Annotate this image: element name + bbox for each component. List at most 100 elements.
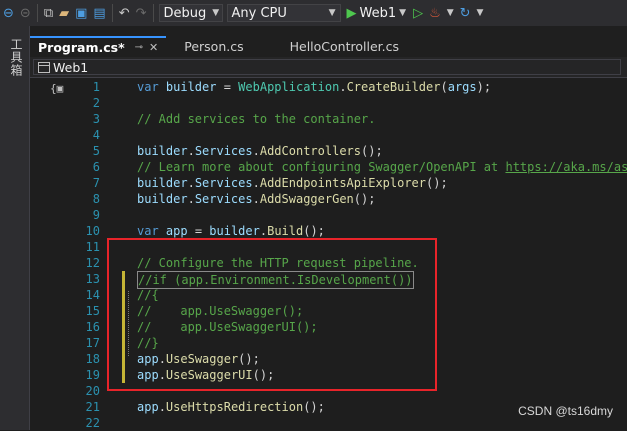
tab-label: HelloController.cs [289, 38, 399, 54]
line-number: 21 [85, 400, 100, 414]
tab-label: Program.cs* [38, 39, 125, 55]
code-token: Services [194, 144, 253, 158]
line-number: 20 [85, 384, 100, 398]
line-number: 17 [85, 336, 100, 350]
code-text: builder.Services.AddControllers(); [137, 143, 383, 159]
code-line[interactable]: 9 [30, 207, 627, 223]
code-token: Services [194, 176, 253, 190]
watermark: CSDN @ts16dmy [518, 404, 613, 418]
code-token: AddEndpointsApiExplorer [259, 176, 427, 190]
line-number: 2 [92, 96, 100, 110]
code-text: builder.Services.AddEndpointsApiExplorer… [137, 175, 448, 191]
line-number: 22 [85, 416, 100, 430]
code-line[interactable]: 6 // Learn more about configuring Swagger… [30, 159, 627, 175]
code-token: builder [137, 144, 188, 158]
code-token: var [137, 80, 166, 94]
code-token: WebApplication [238, 80, 340, 94]
code-token: builder [137, 192, 188, 206]
run-icon: ▶ [346, 5, 357, 21]
tab-label: Person.cs [184, 38, 244, 54]
configuration-select[interactable]: Debug ▼ [158, 4, 223, 22]
code-token: Services [194, 192, 253, 206]
code-token: // Add services to the container. [137, 112, 376, 126]
code-token: . [187, 192, 195, 206]
line-number: 11 [85, 240, 100, 254]
code-text: var builder = WebApplication.CreateBuild… [137, 79, 491, 95]
tab-program-cs[interactable]: Program.cs* ⊸ ✕ [30, 36, 167, 56]
code-token: CreateBuilder [346, 80, 441, 94]
code-token: = [216, 80, 239, 94]
forward-icon[interactable]: ⊝ [17, 3, 34, 23]
code-token: = [187, 224, 210, 238]
pin-icon[interactable]: ⊸ [135, 42, 143, 53]
toolbar-separator [152, 4, 154, 22]
code-text: var app = builder.Build(); [137, 223, 325, 239]
code-line[interactable]: 4 [30, 127, 627, 143]
toolbox-strip: 工具箱 [0, 26, 30, 430]
line-number: 10 [85, 224, 100, 238]
chevron-down-icon: ▼ [212, 8, 220, 18]
chevron-down-icon[interactable]: ▼ [474, 3, 487, 23]
code-line[interactable]: 8 builder.Services.AddSwaggerGen(); [30, 191, 627, 207]
code-token: args [447, 80, 477, 94]
project-icon [38, 61, 50, 73]
code-line[interactable]: 2 [30, 95, 627, 111]
refresh-icon[interactable]: ↻ [457, 3, 474, 23]
code-token: Build [267, 224, 304, 238]
toolbar-separator [111, 4, 113, 22]
code-token: (); [303, 224, 325, 238]
code-token: builder [209, 224, 260, 238]
project-dropdown[interactable]: Web1 [33, 59, 621, 75]
line-number: 12 [85, 256, 100, 270]
code-token: ); [476, 80, 492, 94]
code-line[interactable]: 3 // Add services to the container. [30, 111, 627, 127]
tab-hellocontroller-cs[interactable]: HelloController.cs [282, 36, 407, 56]
line-number: 4 [92, 128, 100, 142]
line-number: 18 [85, 352, 100, 366]
code-line[interactable]: 7 builder.Services.AddEndpointsApiExplore… [30, 175, 627, 191]
open-folder-icon[interactable]: ▰ [56, 3, 72, 23]
line-number: 14 [85, 288, 100, 302]
line-number: 9 [92, 208, 100, 222]
navigation-bar: Web1 [30, 57, 627, 78]
chevron-down-icon[interactable]: ▼ [444, 3, 457, 23]
line-number: 5 [92, 144, 100, 158]
code-token: (); [426, 176, 448, 190]
platform-select[interactable]: Any CPU ▼ [226, 4, 341, 22]
run-button[interactable]: ▶ Web1 ▼ [343, 6, 411, 21]
tab-person-cs[interactable]: Person.cs [176, 36, 251, 56]
code-text: // Learn more about configuring Swagger/… [137, 159, 627, 175]
code-token: . [252, 192, 260, 206]
redo-icon[interactable]: ↷ [133, 3, 150, 23]
line-number: 3 [92, 112, 100, 126]
line-number: 6 [92, 160, 100, 174]
back-icon[interactable]: ⊖ [0, 3, 17, 23]
code-token: . [339, 80, 347, 94]
hot-reload-icon[interactable]: ♨ [426, 3, 444, 23]
toolbox-tab[interactable]: 工具箱 [8, 38, 25, 77]
chevron-down-icon: ▼ [399, 8, 407, 18]
main-toolbar: ⊖ ⊝ ⧉ ▰ ▣ ▤ ↶ ↷ Debug ▼ Any CPU ▼ ▶ Web1 ▼… [0, 0, 627, 26]
line-number: 19 [85, 368, 100, 382]
code-line[interactable]: 5 builder.Services.AddControllers(); [30, 143, 627, 159]
code-token: . [158, 400, 166, 414]
code-token: builder [137, 176, 188, 190]
line-number: 1 [92, 80, 100, 94]
line-number: 15 [85, 304, 100, 318]
code-token: . [252, 176, 260, 190]
code-line[interactable]: 10 var app = builder.Build(); [30, 223, 627, 239]
save-icon[interactable]: ▣ [72, 3, 90, 23]
close-icon[interactable]: ✕ [149, 41, 158, 54]
save-all-icon[interactable]: ▤ [90, 3, 108, 23]
code-token: . [259, 224, 268, 238]
undo-icon[interactable]: ↶ [116, 3, 133, 23]
code-token: app [137, 400, 159, 414]
code-token: . [252, 144, 260, 158]
code-line[interactable]: 1 var builder = WebApplication.CreateBuil… [30, 79, 627, 95]
toolbar-separator [36, 4, 38, 22]
line-number: 16 [85, 320, 100, 334]
project-name: Web1 [53, 59, 89, 75]
new-project-icon[interactable]: ⧉ [41, 3, 56, 23]
run-without-debug-icon[interactable]: ▷ [410, 3, 426, 23]
code-token: (); [353, 192, 376, 206]
